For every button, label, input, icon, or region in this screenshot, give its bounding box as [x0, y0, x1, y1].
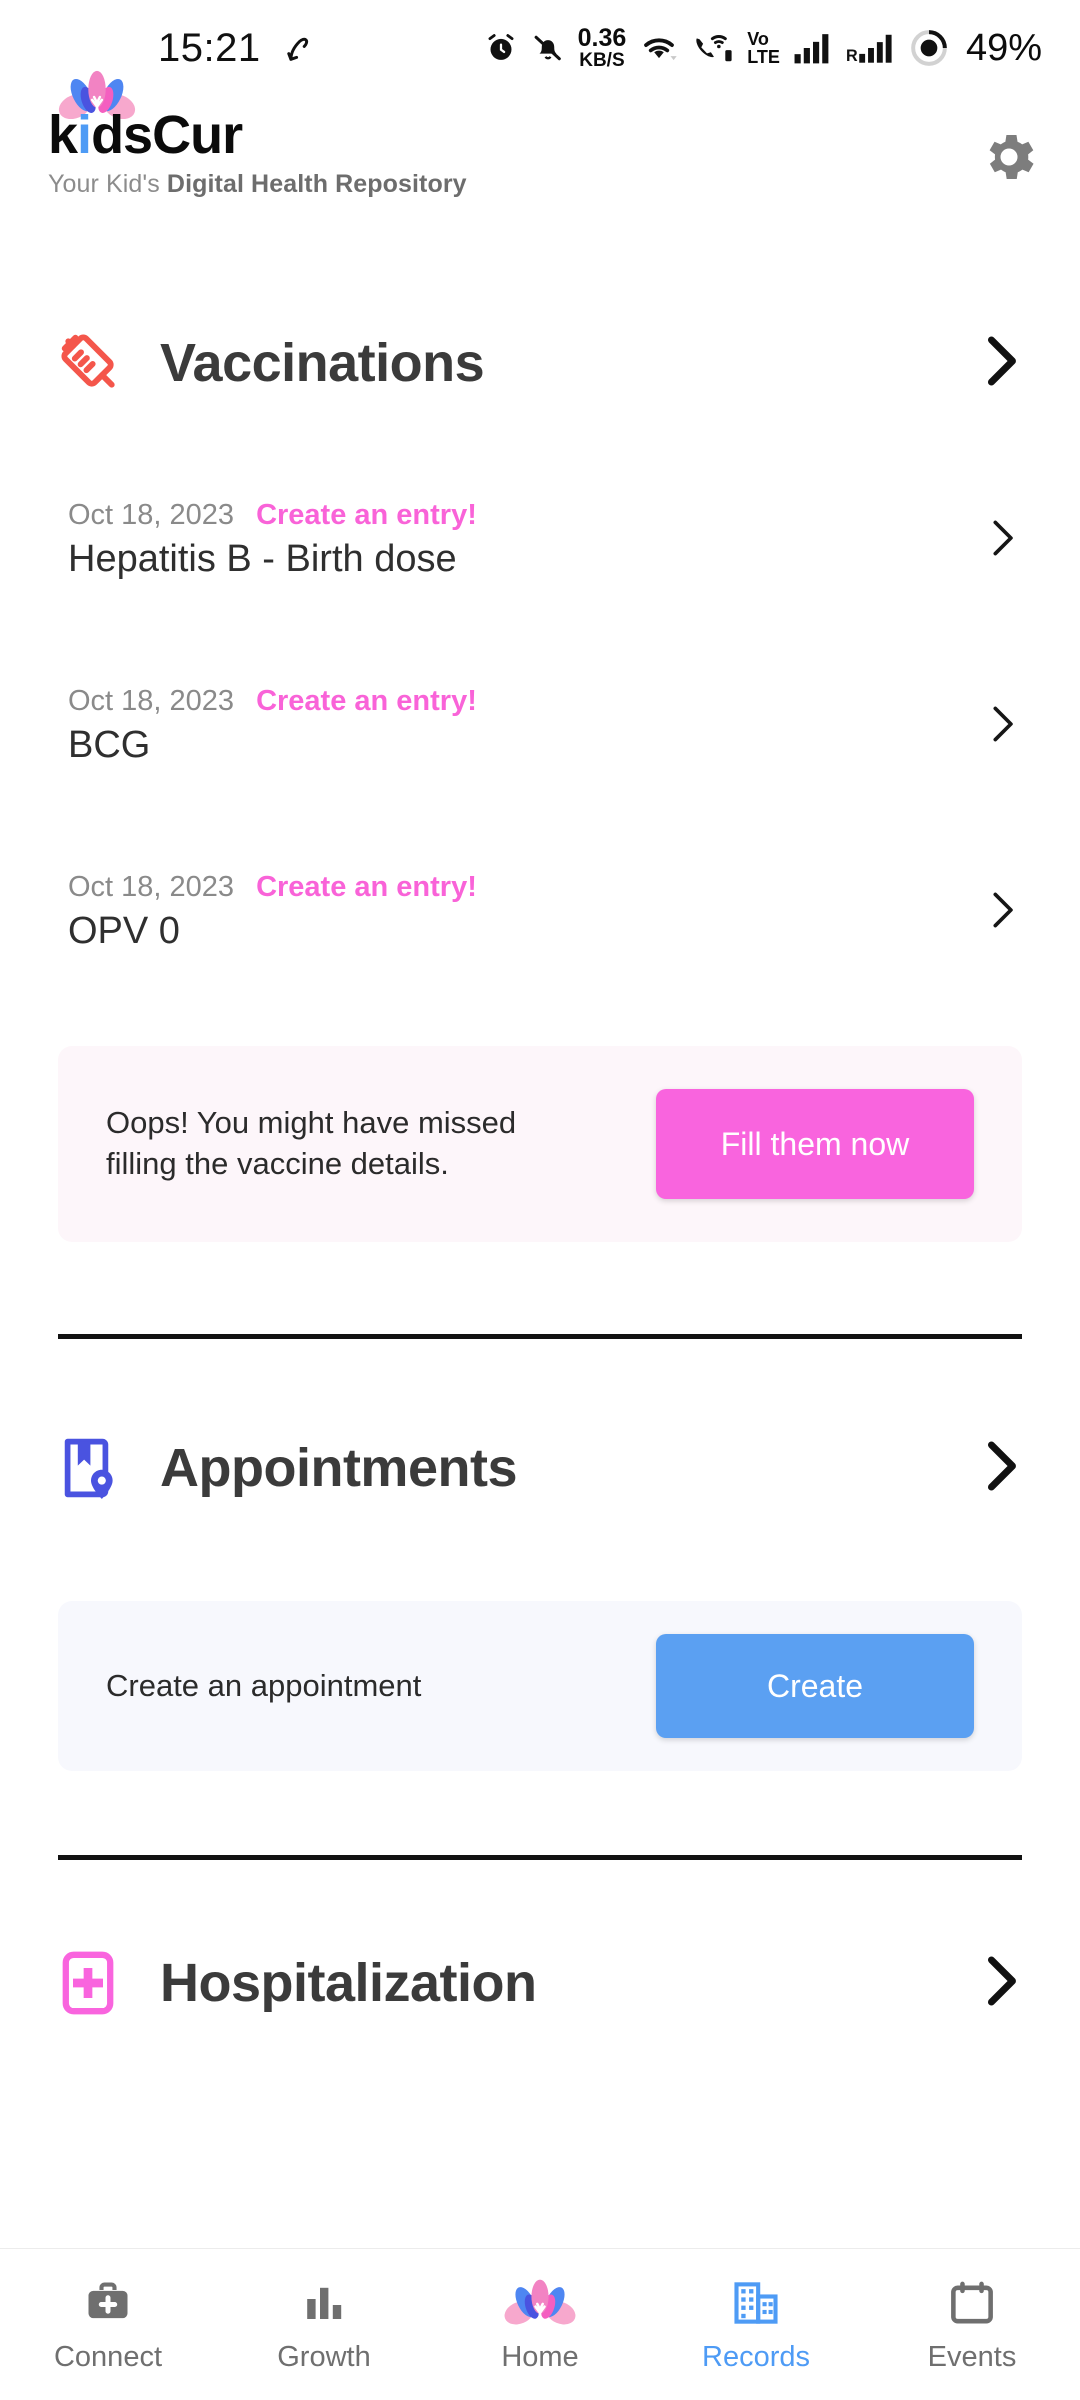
tagline-bold: Digital Health Repository: [166, 170, 467, 198]
bottom-navigation: Connect Growth Home Records Events: [0, 2248, 1080, 2400]
vaccination-row-content: Oct 18, 2023 Create an entry! BCG: [68, 685, 477, 767]
nav-label-growth: Growth: [277, 2341, 371, 2373]
call-wifi-icon: [692, 31, 734, 65]
vaccination-alert-message: Oops! You might have missed filling the …: [106, 1105, 517, 1181]
battery-icon: [909, 28, 949, 68]
signal-bars-icon: [793, 31, 833, 65]
vaccination-name: OPV 0: [68, 910, 180, 952]
vaccination-create-entry-link[interactable]: Create an entry!: [256, 499, 477, 532]
vaccination-row-content: Oct 18, 2023 Create an entry! OPV 0: [68, 871, 477, 953]
tagline-light: Your Kid's: [48, 170, 167, 198]
vaccination-row-content: Oct 18, 2023 Create an entry! Hepatitis …: [68, 499, 477, 581]
brand-logo: kidsCur: [48, 70, 467, 165]
status-bar-right: 0.36 KB/S Vo LTE R 49%: [484, 26, 1042, 70]
brand-rest: dsCur: [91, 105, 243, 165]
vaccination-create-entry-link[interactable]: Create an entry!: [256, 685, 477, 718]
svg-text:R: R: [846, 47, 858, 65]
fill-them-now-button[interactable]: Fill them now: [656, 1089, 974, 1199]
section-divider: [58, 1334, 1022, 1339]
nav-label-connect: Connect: [53, 2341, 162, 2373]
nav-label-home: Home: [501, 2341, 579, 2373]
vaccination-alert-card: Oops! You might have missed filling the …: [58, 1046, 1022, 1242]
appointment-prompt-card: Create an appointment Create: [58, 1601, 1022, 1771]
nav-label-events: Events: [927, 2341, 1017, 2373]
brand-i: i: [77, 105, 92, 165]
status-time: 15:21: [158, 25, 261, 70]
chevron-right-icon[interactable]: [978, 1437, 1024, 1500]
nav-item-connect[interactable]: Connect: [0, 2249, 216, 2400]
battery-percent: 49%: [965, 26, 1042, 69]
vaccination-date: Oct 18, 2023: [68, 871, 235, 903]
vaccination-name: BCG: [68, 724, 151, 766]
appointment-prompt-message: Create an appointment: [106, 1667, 422, 1703]
vaccination-create-entry-link[interactable]: Create an entry!: [256, 871, 477, 904]
wifi-icon: [639, 31, 679, 65]
status-bar: 15:21 0.36 KB/S Vo LTE R 49%: [0, 0, 1080, 96]
roaming-signal-icon: R: [846, 31, 896, 65]
hospital-plus-icon: [52, 1947, 130, 2019]
brand-block: kidsCur Your Kid's Digital Health Reposi…: [48, 70, 467, 199]
bell-muted-icon: [531, 31, 565, 65]
calendar-icon: [946, 2275, 998, 2331]
vaccination-row-meta: Oct 18, 2023 Create an entry!: [68, 685, 477, 718]
nav-item-events[interactable]: Events: [864, 2249, 1080, 2400]
gear-icon: [989, 135, 1034, 179]
network-speed-value: 0.36: [577, 24, 627, 52]
brand-name: kidsCur: [48, 105, 243, 165]
vaccination-row-meta: Oct 18, 2023 Create an entry!: [68, 499, 477, 532]
vaccination-date: Oct 18, 2023: [68, 685, 235, 717]
chevron-right-icon[interactable]: [984, 516, 1018, 565]
main-content: Vaccinations Oct 18, 2023 Create an entr…: [0, 226, 1080, 2400]
section-title-appointments: Appointments: [160, 1438, 517, 1498]
status-bar-left: 15:21: [158, 26, 315, 71]
network-speed-unit: KB/S: [579, 50, 625, 71]
alarm-icon: [484, 31, 518, 65]
network-speed-indicator: 0.36 KB/S: [577, 24, 627, 71]
settings-button[interactable]: [978, 126, 1040, 193]
syringe-icon: [52, 325, 130, 401]
nav-item-growth[interactable]: Growth: [216, 2249, 432, 2400]
section-divider: [58, 1855, 1022, 1860]
chevron-right-icon[interactable]: [978, 332, 1024, 395]
nav-label-records: Records: [702, 2341, 810, 2373]
nav-item-home[interactable]: Home: [432, 2249, 648, 2400]
section-header-appointments[interactable]: Appointments: [0, 1409, 1080, 1527]
vaccination-row[interactable]: Oct 18, 2023 Create an entry! Hepatitis …: [0, 478, 1080, 602]
vaccination-row-meta: Oct 18, 2023 Create an entry!: [68, 871, 477, 904]
vaccination-name: Hepatitis B - Birth dose: [68, 538, 457, 580]
chevron-right-icon[interactable]: [984, 702, 1018, 751]
app-screen: 15:21 0.36 KB/S Vo LTE R 49% kidsCur You…: [0, 0, 1080, 2400]
brand-k: k: [48, 105, 78, 165]
lotus-icon: [504, 2275, 576, 2331]
chevron-right-icon[interactable]: [978, 1952, 1024, 2015]
volte-line2: LTE: [747, 47, 780, 67]
brand-tagline: Your Kid's Digital Health Repository: [48, 170, 467, 199]
volte-line1: Vo: [747, 29, 769, 49]
bar-chart-icon: [300, 2275, 348, 2331]
hospital-building-icon: [730, 2275, 782, 2331]
chevron-right-icon[interactable]: [984, 888, 1018, 937]
location-arrow-icon: [281, 31, 315, 65]
vaccination-row[interactable]: Oct 18, 2023 Create an entry! BCG: [0, 664, 1080, 788]
section-title-hospitalization: Hospitalization: [160, 1953, 537, 2013]
book-location-icon: [52, 1432, 130, 1504]
section-header-vaccinations[interactable]: Vaccinations: [0, 304, 1080, 422]
vaccination-row[interactable]: Oct 18, 2023 Create an entry! OPV 0: [0, 850, 1080, 974]
section-header-hospitalization[interactable]: Hospitalization: [0, 1924, 1080, 2042]
create-appointment-button[interactable]: Create: [656, 1634, 974, 1738]
vaccination-date: Oct 18, 2023: [68, 499, 235, 531]
nav-item-records[interactable]: Records: [648, 2249, 864, 2400]
medical-bag-icon: [82, 2275, 134, 2331]
app-header: kidsCur Your Kid's Digital Health Reposi…: [0, 70, 1080, 226]
section-title-vaccinations: Vaccinations: [160, 333, 485, 393]
volte-icon: Vo LTE: [747, 30, 780, 66]
